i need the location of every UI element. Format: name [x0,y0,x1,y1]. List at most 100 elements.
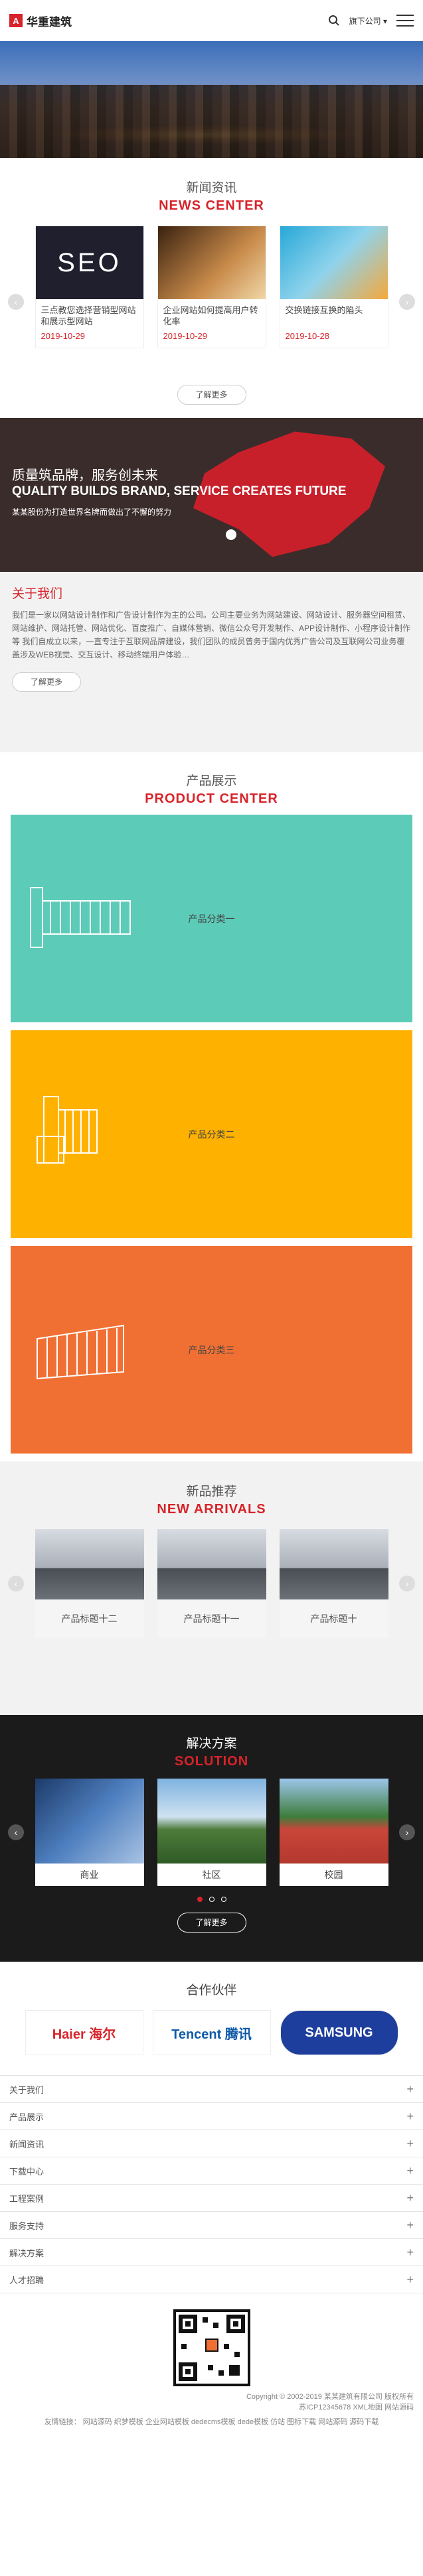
news-carousel: ‹ › SEO 三点教您选择营销型网站和展示型网站 2019-10-29 企业网… [0,226,423,378]
subsidiary-dropdown[interactable]: 旗下公司 ▾ [349,15,387,27]
arrival-image [157,1529,266,1599]
solution-label: 社区 [202,1869,221,1880]
arrival-image [35,1529,144,1599]
product-category-label: 产品分类二 [188,1128,235,1140]
news-card-title: 交换链接互换的陷头 [285,305,363,315]
about-section: 关于我们 我们是一家以网站设计制作和广告设计制作为主的公司。公司主要业务为网站建… [0,572,423,752]
plus-icon: + [406,2109,414,2123]
footer-nav-item[interactable]: 下载中心 + [0,2157,423,2185]
arrival-card[interactable]: 产品标题十 [279,1529,388,1638]
menu-icon[interactable] [396,15,414,27]
partner-logo-haier[interactable]: Haier 海尔 [25,2010,143,2055]
footer-nav-item[interactable]: 解决方案 + [0,2239,423,2266]
product-category[interactable]: 产品分类三 [11,1246,412,1454]
solution-image [157,1779,266,1864]
plus-icon: + [406,2082,414,2096]
solution-card[interactable]: 商业 [35,1779,144,1886]
footer-nav-label: 下载中心 [9,2166,44,2177]
banner-en-text: QUALITY BUILDS BRAND, SERVICE CREATES FU… [12,484,347,498]
arrivals-section-title: 新品推荐 NEW ARRIVALS [0,1461,423,1517]
news-image-text: SEO [57,247,122,277]
friend-links[interactable]: 友情链接： 网站源码 织梦模板 企业网站模板 dedecms模板 dede模板 … [9,2413,414,2427]
news-title-en: NEWS CENTER [159,198,264,213]
footer-nav-item[interactable]: 服务支持 + [0,2212,423,2239]
plus-icon: + [406,2163,414,2177]
solution-image [279,1779,388,1864]
solution-section: 解决方案 SOLUTION ‹ › 商业 社区 校园 了解更多 [0,1715,423,1962]
logo-mark: A [9,14,23,27]
logo[interactable]: A 华重建筑 [9,13,72,29]
arrivals-title-cn: 新品推荐 [186,1485,237,1499]
news-image [280,226,388,299]
news-card-date: 2019-10-29 [163,331,208,341]
solution-pager [0,1897,423,1902]
news-next-arrow[interactable]: › [399,294,415,310]
solution-label: 商业 [80,1869,99,1880]
footer-nav-item[interactable]: 人才招聘 + [0,2266,423,2293]
pager-dot[interactable] [209,1897,214,1902]
news-section-title: 新闻资讯 NEWS CENTER [0,158,423,214]
partner-logo-tencent[interactable]: Tencent 腾讯 [152,2010,271,2055]
footer-nav-label: 解决方案 [9,2248,44,2258]
product-category[interactable]: 产品分类一 [11,815,412,1022]
news-card[interactable]: 企业网站如何提高用户转化率 2019-10-29 [157,226,266,348]
footer-nav-item[interactable]: 关于我们 + [0,2076,423,2103]
location-pin-icon [226,529,236,540]
footer-nav-label: 工程案例 [9,2193,44,2204]
news-card-title: 企业网站如何提高用户转化率 [163,305,258,326]
solution-label: 校园 [324,1869,343,1880]
arrivals-title-en: NEW ARRIVALS [157,1502,266,1517]
logo-text: 华重建筑 [27,15,72,29]
top-header: A 华重建筑 旗下公司 ▾ [0,0,423,41]
solution-card[interactable]: 校园 [279,1779,388,1886]
copyright-line1: Copyright © 2002-2019 某某建筑有限公司 版权所有 [246,2393,414,2401]
news-title-cn: 新闻资讯 [186,181,237,195]
pager-dot[interactable] [220,1897,226,1902]
arrival-card[interactable]: 产品标题十一 [157,1529,266,1638]
solution-title-cn: 解决方案 [186,1737,237,1751]
solution-next-arrow[interactable]: › [399,1824,415,1840]
pager-dot[interactable] [197,1897,203,1902]
footer-nav-item[interactable]: 工程案例 + [0,2185,423,2212]
copyright-line2[interactable]: 苏ICP12345678 XML地图 网站源码 [9,2402,414,2413]
arrival-label: 产品标题十 [310,1613,357,1624]
news-image: SEO [35,226,143,299]
footer-nav-label: 服务支持 [9,2220,44,2231]
arrivals-prev-arrow[interactable]: ‹ [8,1576,24,1592]
news-card[interactable]: 交换链接互换的陷头 2019-10-28 [279,226,388,348]
solution-section-title: 解决方案 SOLUTION [0,1733,423,1769]
product-title-en: PRODUCT CENTER [145,791,278,806]
news-card-date: 2019-10-29 [41,331,86,341]
product-title-cn: 产品展示 [186,774,237,788]
news-card[interactable]: SEO 三点教您选择营销型网站和展示型网站 2019-10-29 [35,226,144,348]
banner-sub-text: 某某股份为打造世界名牌而做出了不懈的努力 [12,508,172,517]
news-image [157,226,266,299]
solution-card[interactable]: 社区 [157,1779,266,1886]
footer-nav-item[interactable]: 新闻资讯 + [0,2130,423,2157]
plus-icon: + [406,2218,414,2232]
product-category-label: 产品分类三 [188,1344,235,1355]
arrival-image [279,1529,388,1599]
news-more-button[interactable]: 了解更多 [177,385,246,405]
solution-prev-arrow[interactable]: ‹ [8,1824,24,1840]
partners-section: 合作伙伴 Haier 海尔 Tencent 腾讯 SAMSUNG [0,1962,423,2055]
arrival-label: 产品标题十一 [183,1613,240,1624]
plus-icon: + [406,2136,414,2150]
about-more-button[interactable]: 了解更多 [12,672,81,692]
footer-nav-label: 产品展示 [9,2112,44,2122]
news-prev-arrow[interactable]: ‹ [8,294,24,310]
arrivals-next-arrow[interactable]: › [399,1576,415,1592]
product-category[interactable]: 产品分类二 [11,1030,412,1238]
partner-logo-samsung[interactable]: SAMSUNG [280,2010,398,2055]
arrival-card[interactable]: 产品标题十二 [35,1529,144,1638]
solution-more-button[interactable]: 了解更多 [177,1913,246,1932]
quality-banner: 质量筑品牌，服务创未来 QUALITY BUILDS BRAND, SERVIC… [0,418,423,572]
search-icon[interactable] [328,15,340,27]
partners-title: 合作伙伴 [186,1984,237,1998]
plus-icon: + [406,2191,414,2204]
copyright: Copyright © 2002-2019 某某建筑有限公司 版权所有 苏ICP… [0,2386,423,2427]
plus-icon: + [406,2272,414,2286]
footer-nav-label: 关于我们 [9,2084,44,2095]
hero-banner [0,41,423,158]
footer-nav-item[interactable]: 产品展示 + [0,2103,423,2130]
